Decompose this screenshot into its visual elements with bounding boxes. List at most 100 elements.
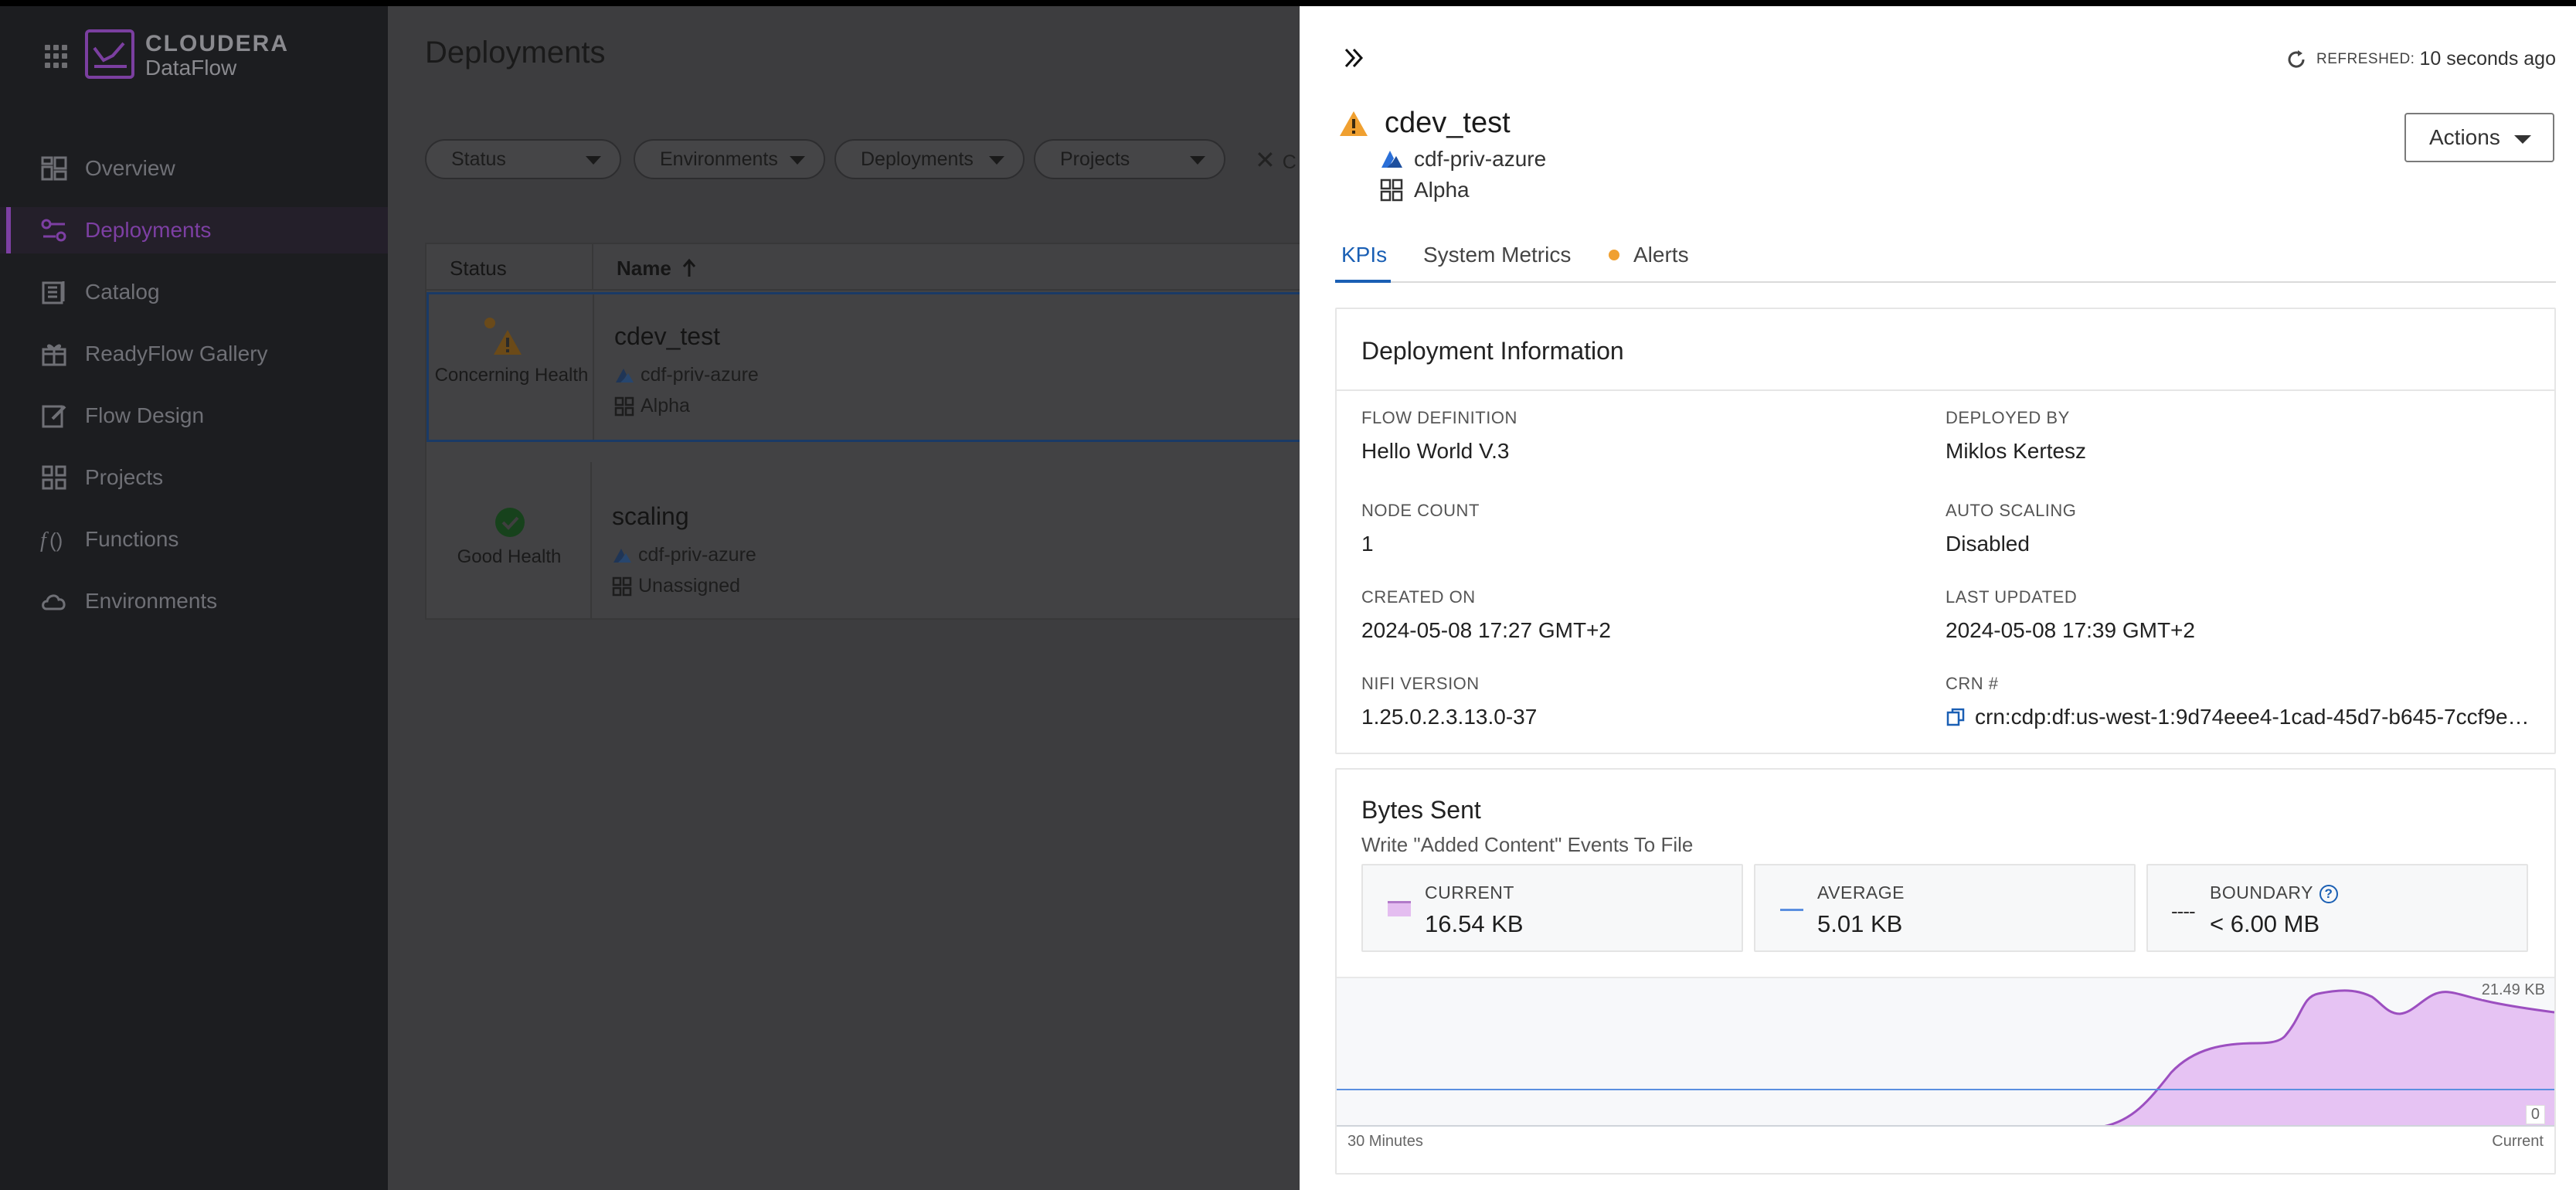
- metric-value: 16.54 KB: [1425, 910, 1524, 937]
- actions-button[interactable]: Actions: [2404, 113, 2554, 162]
- card-title: Deployment Information: [1361, 337, 1624, 365]
- nav-item-overview[interactable]: Overview: [0, 145, 388, 192]
- refreshed-label: REFRESHED:: [2316, 50, 2415, 67]
- field-label: CREATED ON: [1361, 587, 1476, 607]
- nav-label: ReadyFlow Gallery: [85, 342, 268, 366]
- tab-system-metrics[interactable]: System Metrics: [1423, 243, 1571, 267]
- sort-ascending-icon[interactable]: [681, 258, 697, 278]
- double-chevron-right-icon[interactable]: [1341, 45, 1368, 71]
- nav-item-projects[interactable]: Projects: [0, 454, 388, 501]
- caret-down-icon: [1190, 156, 1205, 165]
- deployments-table: Status Name Concerning Health cdev_test …: [425, 243, 1300, 620]
- filter-label: Status: [451, 148, 506, 170]
- nav-item-functions[interactable]: f() Functions: [0, 516, 388, 563]
- refresh-icon[interactable]: [2285, 49, 2307, 70]
- table-row[interactable]: Concerning Health cdev_test cdf-priv-azu…: [427, 292, 1300, 442]
- field-auto-scaling: AUTO SCALING Disabled: [1946, 501, 2076, 556]
- help-icon[interactable]: ?: [2319, 884, 2338, 903]
- card-title: Bytes Sent: [1361, 796, 1481, 824]
- deployments-icon: [41, 219, 66, 242]
- deployment-title: cdev_test: [1385, 107, 1511, 139]
- catalog-icon: [42, 281, 65, 304]
- metric-value: < 6.00 MB: [2210, 910, 2320, 937]
- field-created-on: CREATED ON 2024-05-08 17:27 GMT+2: [1361, 587, 1611, 643]
- tab-label: Alerts: [1633, 243, 1689, 267]
- crn-value[interactable]: crn:cdp:df:us-west-1:9d74eee4-1cad-45d7-…: [1975, 705, 2533, 729]
- nav-item-environments[interactable]: Environments: [0, 578, 388, 624]
- deployment-name[interactable]: scaling: [612, 502, 689, 531]
- bytes-sent-sparkline: [1337, 989, 2554, 1127]
- metric-current: CURRENT 16.54 KB: [1361, 864, 1743, 952]
- field-value: Disabled: [1946, 532, 2030, 556]
- filter-deployments[interactable]: Deployments: [834, 139, 1025, 179]
- current-swatch: [1388, 901, 1411, 916]
- field-label: AUTO SCALING: [1946, 501, 2077, 520]
- close-icon: ✕: [1255, 146, 1276, 174]
- product-name: DataFlow: [145, 56, 237, 80]
- metric-label: AVERAGE: [1817, 882, 1905, 903]
- deployment-project: Unassigned: [612, 575, 740, 597]
- field-last-updated: LAST UPDATED 2024-05-08 17:39 GMT+2: [1946, 587, 2195, 643]
- field-deployed-by: DEPLOYED BY Miklos Kertesz: [1946, 408, 2086, 464]
- field-value: 2024-05-08 17:27 GMT+2: [1361, 618, 1611, 642]
- refresh-status[interactable]: REFRESHED: 10 seconds ago: [2285, 48, 2556, 70]
- caret-down-icon: [2514, 135, 2531, 144]
- project-name: Alpha: [1414, 178, 1470, 202]
- field-nifi-version: NIFI VERSION 1.25.0.2.3.13.0-37: [1361, 674, 1537, 729]
- environment-name: cdf-priv-azure: [1414, 147, 1547, 171]
- function-icon: f(): [40, 529, 63, 552]
- clear-filters-button[interactable]: ✕ C: [1255, 145, 1296, 175]
- deployment-environment: cdf-priv-azure: [1380, 147, 1546, 172]
- nav-item-readyflow-gallery[interactable]: ReadyFlow Gallery: [0, 331, 388, 377]
- nav-label: Environments: [85, 589, 218, 613]
- grid-icon: [42, 465, 66, 490]
- deployment-information-card: Deployment Information FLOW DEFINITION H…: [1335, 308, 2556, 754]
- filter-environments[interactable]: Environments: [634, 139, 825, 179]
- column-header-name[interactable]: Name: [617, 257, 671, 280]
- filter-label: Environments: [660, 148, 778, 170]
- grid-icon: [612, 576, 632, 596]
- tab-kpis[interactable]: KPIs: [1341, 243, 1387, 267]
- azure-icon: [1381, 151, 1402, 168]
- metric-average: AVERAGE 5.01 KB: [1754, 864, 2136, 952]
- side-navigation: CLOUDERA DataFlow Overview Deployments C…: [0, 0, 388, 1190]
- deployment-name[interactable]: cdev_test: [614, 322, 720, 351]
- environment-name: cdf-priv-azure: [641, 364, 759, 386]
- table-row[interactable]: Good Health scaling cdf-priv-azure Unass…: [427, 462, 1300, 620]
- nav-item-catalog[interactable]: Catalog: [0, 269, 388, 315]
- field-value: Hello World V.3: [1361, 439, 1510, 463]
- field-label: LAST UPDATED: [1946, 587, 2078, 607]
- app-switcher-icon[interactable]: [45, 45, 68, 68]
- health-status-label: Concerning Health: [434, 365, 589, 386]
- alert-dot-icon: [484, 318, 495, 328]
- filter-projects[interactable]: Projects: [1034, 139, 1225, 179]
- chart-area-fill: [1337, 990, 2554, 1127]
- filter-label: Projects: [1060, 148, 1130, 170]
- nav-item-deployments[interactable]: Deployments: [0, 207, 388, 253]
- field-value: Miklos Kertesz: [1946, 439, 2087, 463]
- nav-label: Catalog: [85, 280, 160, 304]
- deployment-environment: cdf-priv-azure: [614, 364, 759, 386]
- check-circle-icon: [495, 508, 525, 537]
- brand-name: CLOUDERA: [145, 31, 289, 56]
- clear-label: C: [1282, 151, 1296, 173]
- cloudera-logo: [85, 29, 134, 79]
- deployment-project: Alpha: [1380, 178, 1470, 202]
- caret-down-icon: [790, 156, 805, 165]
- nav-item-flow-design[interactable]: Flow Design: [0, 393, 388, 439]
- metric-label: CURRENT: [1425, 882, 1514, 903]
- column-header-status[interactable]: Status: [450, 257, 507, 280]
- azure-icon: [616, 368, 634, 382]
- warning-icon: [494, 330, 522, 355]
- card-subtitle: Write "Added Content" Events To File: [1361, 833, 1694, 856]
- edit-icon: [42, 405, 66, 428]
- nav-label: Overview: [85, 156, 175, 180]
- tab-alerts[interactable]: Alerts: [1609, 243, 1689, 267]
- field-node-count: NODE COUNT 1: [1361, 501, 1480, 556]
- field-flow-definition: FLOW DEFINITION Hello World V.3: [1361, 408, 1517, 464]
- filter-status[interactable]: Status: [425, 139, 621, 179]
- copy-icon[interactable]: [1946, 706, 1967, 728]
- svg-text:f: f: [40, 529, 49, 552]
- status-cell: Concerning Health: [429, 294, 594, 440]
- boundary-swatch: ----: [2171, 899, 2196, 923]
